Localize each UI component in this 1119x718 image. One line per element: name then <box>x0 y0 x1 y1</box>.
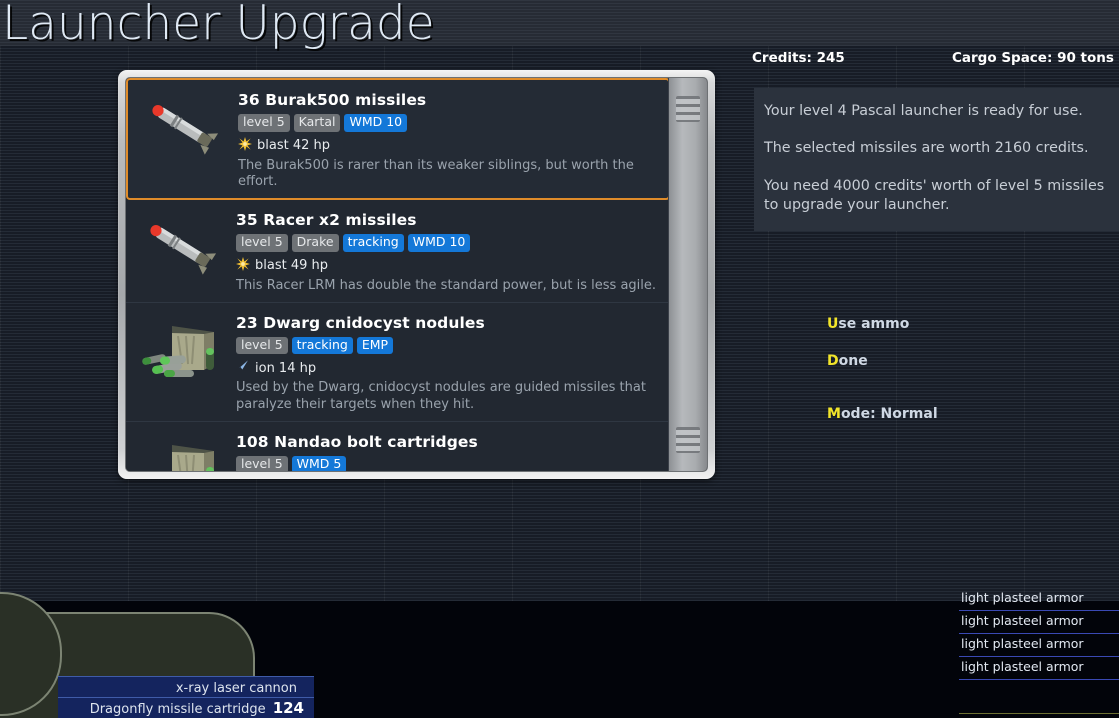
menu-hotkey: U <box>827 316 839 332</box>
item-stat-label: ion 14 hp <box>255 360 317 376</box>
ammo-list-item[interactable]: 36 Burak500 missiles level 5 Kartal WMD 10… <box>126 78 670 200</box>
item-stat-label: blast 49 hp <box>255 258 328 273</box>
item-thumbnail <box>126 431 236 471</box>
item-tag-row: level 5 WMD 5 <box>236 455 660 471</box>
armor-status-row: light plasteel armor <box>959 588 1119 611</box>
item-tag-row: level 5 Kartal WMD 10 <box>238 114 658 132</box>
info-line: You need 4000 credits' worth of level 5 … <box>764 177 1105 213</box>
item-title: 23 Dwarg cnidocyst nodules <box>236 313 485 332</box>
item-tag: tracking <box>291 336 353 355</box>
item-tag: EMP <box>356 336 394 355</box>
item-description: The Burak500 is rarer than its weaker si… <box>238 157 634 189</box>
action-menu[interactable]: Use ammo Done Mode: Normal <box>827 316 1119 443</box>
menu-item[interactable]: Use ammo <box>827 316 1119 332</box>
list-scrollbar[interactable] <box>668 78 707 471</box>
armor-status-row: light plasteel armor <box>959 611 1119 634</box>
missile-icon <box>150 224 217 275</box>
ship-weapon-bars: x-ray laser cannon Dragonfly missile cart… <box>58 676 314 718</box>
ion-dart-icon <box>236 359 250 377</box>
cargo-space-label: Cargo Space: 90 tons <box>952 50 1114 66</box>
item-tag: Drake <box>291 234 339 252</box>
item-tag: level 5 <box>236 234 288 252</box>
ammo-list-inner: 36 Burak500 missiles level 5 Kartal WMD 10… <box>125 77 708 472</box>
cartridge-box-icon <box>142 325 214 377</box>
missile-icon <box>152 104 219 155</box>
item-tag: WMD 10 <box>407 234 471 252</box>
item-title: 108 Nandao bolt cartridges <box>236 432 478 451</box>
item-tag: level 5 <box>236 336 288 355</box>
armor-status-row: light plasteel armor <box>959 657 1119 680</box>
blast-starburst-icon <box>236 256 250 275</box>
item-thumbnail <box>128 89 238 161</box>
mitigator-status-row: mitigator 0.70 <box>959 713 1119 718</box>
cartridge-box-icon <box>172 444 214 471</box>
menu-label: one <box>838 353 868 369</box>
armor-status-list: light plasteel armor light plasteel armor… <box>959 588 1119 718</box>
page-title: Launcher Upgrade <box>2 0 435 51</box>
resource-header: Credits: 245 Cargo Space: 90 tons <box>752 50 1119 71</box>
menu-hotkey: D <box>827 353 839 369</box>
info-panel: Your level 4 Pascal launcher is ready fo… <box>754 88 1119 232</box>
item-tag: WMD 5 <box>291 455 347 471</box>
scroll-down-grip-icon[interactable] <box>676 427 700 453</box>
ship-weapon-amount: 124 <box>272 699 304 717</box>
ammo-list[interactable]: 36 Burak500 missiles level 5 Kartal WMD 10… <box>126 78 670 471</box>
item-tag: level 5 <box>236 455 288 471</box>
info-line: The selected missiles are worth 2160 cre… <box>764 140 1089 157</box>
game-screen: Launcher Upgrade Credits: 245 Cargo Spac… <box>0 0 1119 718</box>
credits-label: Credits: 245 <box>752 50 845 66</box>
item-stat: ion 14 hp <box>236 359 660 377</box>
item-tag-row: level 5 Drake tracking WMD 10 <box>236 234 660 252</box>
item-tag: Kartal <box>293 114 341 132</box>
item-tag: tracking <box>342 234 404 252</box>
ship-weapon-bar: x-ray laser cannon <box>58 676 314 697</box>
menu-label: se ammo <box>838 316 910 332</box>
item-description: This Racer LRM has double the standard p… <box>236 277 657 293</box>
item-description: Used by the Dwarg, cnidocyst nodules are… <box>236 380 646 412</box>
item-stat-label: blast 42 hp <box>257 138 330 153</box>
ammo-list-item[interactable]: 35 Racer x2 missiles level 5 Drake trackin… <box>126 200 670 303</box>
ammo-list-item[interactable]: 108 Nandao bolt cartridges level 5 WMD 5 … <box>126 421 670 471</box>
ammo-list-item[interactable]: 23 Dwarg cnidocyst nodules level 5 tracki… <box>126 302 670 422</box>
menu-item[interactable]: Done <box>827 353 1119 369</box>
item-tag-row: level 5 tracking EMP <box>236 336 660 355</box>
item-title: 35 Racer x2 missiles <box>236 211 417 229</box>
menu-hotkey: M <box>827 406 841 422</box>
item-tag: WMD 10 <box>344 114 408 132</box>
menu-label: ode: Normal <box>840 406 938 422</box>
menu-item[interactable]: Mode: Normal <box>827 406 1119 422</box>
item-stat: blast 49 hp <box>236 256 660 275</box>
ship-weapon-bar: Dragonfly missile cartridge 124 <box>58 697 314 718</box>
item-thumbnail <box>126 312 236 384</box>
blast-starburst-icon <box>238 136 252 155</box>
info-line: Your level 4 Pascal launcher is ready fo… <box>764 103 1083 119</box>
scroll-up-grip-icon[interactable] <box>676 96 700 122</box>
ship-weapon-label: Dragonfly missile cartridge <box>89 702 266 717</box>
item-title: 36 Burak500 missiles <box>238 91 427 109</box>
armor-status-row: light plasteel armor <box>959 634 1119 657</box>
item-stat: blast 42 hp <box>238 136 658 155</box>
item-tag: level 5 <box>238 114 290 132</box>
item-thumbnail <box>126 209 236 281</box>
ammo-list-panel: 36 Burak500 missiles level 5 Kartal WMD 10… <box>118 70 715 479</box>
ship-weapon-label: x-ray laser cannon <box>175 681 297 696</box>
